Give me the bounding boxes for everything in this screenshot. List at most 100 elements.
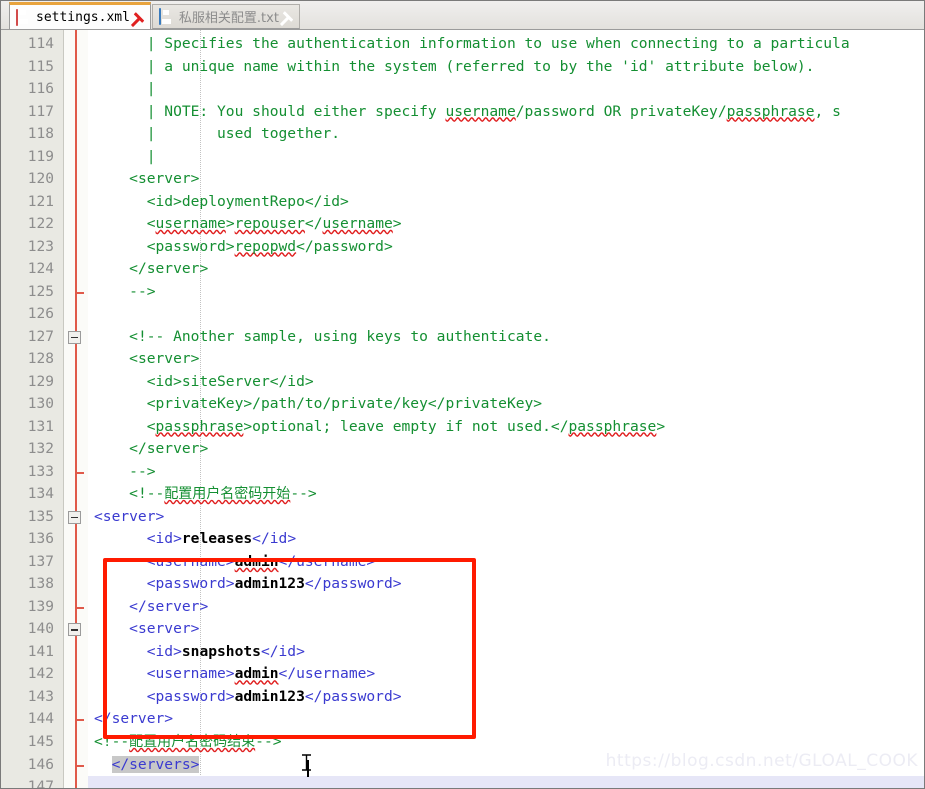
- fold-collapse-icon[interactable]: [68, 510, 81, 524]
- editor-window: settings.xml 私服相关配置.txt 114 115 116 117 118 1…: [0, 0, 925, 789]
- close-icon[interactable]: [133, 11, 146, 24]
- code-line[interactable]: | NOTE: You should either specify userna…: [88, 101, 924, 124]
- line-number: 135: [27, 508, 54, 525]
- line-number: 145: [27, 733, 54, 750]
- code-line[interactable]: -->: [88, 281, 924, 304]
- line-number: 117: [27, 103, 54, 120]
- fold-end-icon: [76, 764, 84, 767]
- code-area[interactable]: | Specifies the authentication informati…: [88, 30, 924, 788]
- code-line[interactable]: <server>: [88, 348, 924, 371]
- line-number: 127: [27, 328, 54, 345]
- floppy-disk-icon-blue: [158, 8, 174, 25]
- fold-row: [64, 506, 88, 529]
- fold-row: [64, 326, 88, 349]
- close-icon[interactable]: [282, 10, 295, 23]
- code-line[interactable]: <server>: [88, 168, 924, 191]
- line-number: 138: [27, 576, 54, 593]
- line-number: 125: [27, 283, 54, 300]
- fold-end-icon: [76, 291, 84, 294]
- code-line[interactable]: <privateKey>/path/to/private/key</privat…: [88, 393, 924, 416]
- code-line[interactable]: <passphrase>optional; leave empty if not…: [88, 416, 924, 439]
- fold-row: [64, 191, 88, 214]
- code-line[interactable]: </server>: [88, 438, 924, 461]
- fold-row: [64, 663, 88, 686]
- fold-row: [64, 393, 88, 416]
- code-line[interactable]: <password>admin123</password>: [88, 573, 924, 596]
- code-line[interactable]: [88, 303, 924, 326]
- line-number: 140: [27, 621, 54, 638]
- line-number: 118: [27, 126, 54, 143]
- code-line[interactable]: <id>releases</id>: [88, 528, 924, 551]
- code-line[interactable]: <id>snapshots</id>: [88, 641, 924, 664]
- fold-row: [64, 618, 88, 641]
- code-line[interactable]: <!-- Another sample, using keys to authe…: [88, 326, 924, 349]
- code-line[interactable]: <password>admin123</password>: [88, 686, 924, 709]
- fold-row: [64, 528, 88, 551]
- fold-row: [64, 483, 88, 506]
- line-number: 124: [27, 261, 54, 278]
- fold-row: [64, 371, 88, 394]
- fold-row: [64, 461, 88, 484]
- code-editor[interactable]: 114 115 116 117 118 119 120 121 122 123 124 125 126 1…: [1, 30, 924, 789]
- fold-row: [64, 348, 88, 371]
- line-number: 115: [27, 58, 54, 75]
- line-number: 130: [27, 396, 54, 413]
- fold-row: [64, 776, 88, 788]
- fold-row: [64, 78, 88, 101]
- line-number: 142: [27, 666, 54, 683]
- fold-collapse-icon[interactable]: [68, 330, 81, 344]
- fold-row: [64, 686, 88, 709]
- tab-bar: settings.xml 私服相关配置.txt: [1, 1, 924, 30]
- code-line[interactable]: <!--配置用户名密码开始-->: [88, 483, 924, 506]
- fold-end-icon: [76, 471, 84, 474]
- floppy-disk-icon-red: [16, 8, 31, 26]
- code-line[interactable]: <server>: [88, 618, 924, 641]
- fold-row: [64, 281, 88, 304]
- line-number: 139: [27, 598, 54, 615]
- tab-label: settings.xml: [36, 9, 130, 25]
- line-number: 134: [27, 486, 54, 503]
- code-line[interactable]: <username>admin</username>: [88, 551, 924, 574]
- code-line[interactable]: <id>siteServer</id>: [88, 371, 924, 394]
- tab-settings-xml[interactable]: settings.xml: [9, 2, 151, 29]
- code-line[interactable]: </server>: [88, 258, 924, 281]
- fold-row: [64, 146, 88, 169]
- code-line[interactable]: |: [88, 78, 924, 101]
- line-number: 126: [27, 306, 54, 323]
- fold-margin[interactable]: [64, 30, 88, 788]
- fold-row: [64, 213, 88, 236]
- line-number: 121: [27, 193, 54, 210]
- line-number: 132: [27, 441, 54, 458]
- code-line[interactable]: <username>admin</username>: [88, 663, 924, 686]
- line-number: 143: [27, 688, 54, 705]
- tab-label: 私服相关配置.txt: [178, 11, 279, 26]
- code-line[interactable]: <password>repopwd</password>: [88, 236, 924, 259]
- line-number: 133: [27, 463, 54, 480]
- fold-collapse-icon[interactable]: [68, 623, 81, 637]
- code-line[interactable]: | a unique name within the system (refer…: [88, 56, 924, 79]
- tab-private-config-txt[interactable]: 私服相关配置.txt: [151, 4, 300, 29]
- fold-row: [64, 236, 88, 259]
- line-number: 144: [27, 711, 54, 728]
- code-line[interactable]: <id>deploymentRepo</id>: [88, 191, 924, 214]
- code-line[interactable]: </server>: [88, 596, 924, 619]
- fold-row: [64, 438, 88, 461]
- code-line[interactable]: </server>: [88, 708, 924, 731]
- fold-row: [64, 258, 88, 281]
- code-line[interactable]: | used together.: [88, 123, 924, 146]
- fold-row: [64, 123, 88, 146]
- fold-row: [64, 168, 88, 191]
- fold-row: [64, 416, 88, 439]
- line-number: 147: [27, 779, 54, 789]
- fold-row: [64, 573, 88, 596]
- code-line[interactable]: | Specifies the authentication informati…: [88, 33, 924, 56]
- fold-row: [64, 641, 88, 664]
- code-line[interactable]: |: [88, 146, 924, 169]
- code-line[interactable]: <username>repouser</username>: [88, 213, 924, 236]
- fold-row: [64, 754, 88, 777]
- fold-end-icon: [76, 606, 84, 609]
- code-line[interactable]: [88, 776, 924, 788]
- code-line[interactable]: -->: [88, 461, 924, 484]
- fold-row: [64, 101, 88, 124]
- code-line[interactable]: <server>: [88, 506, 924, 529]
